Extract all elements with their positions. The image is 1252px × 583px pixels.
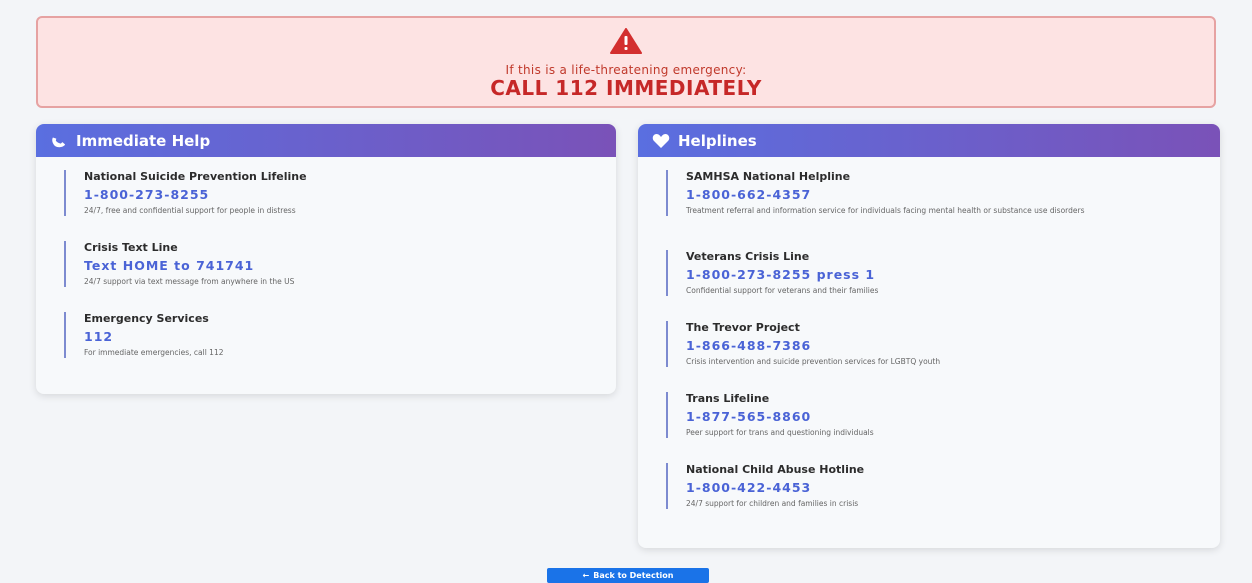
helpline-name: SAMHSA National Helpline — [686, 170, 851, 183]
emergency-banner: If this is a life-threatening emergency:… — [36, 16, 1216, 108]
emergency-subtitle: If this is a life-threatening emergency: — [505, 63, 747, 77]
helpline-name: Veterans Crisis Line — [686, 250, 810, 263]
list-item: Crisis Text Line Text HOME to 741741 24/… — [64, 241, 584, 287]
helpline-description: For immediate emergencies, call 112 — [84, 348, 224, 357]
helpline-description: 24/7 support for children and families i… — [686, 499, 859, 508]
immediate-help-header: Immediate Help — [36, 124, 616, 157]
helpline-name: Emergency Services — [84, 312, 209, 325]
back-to-detection-button[interactable]: ← Back to Detection — [547, 568, 709, 583]
list-item: Veterans Crisis Line 1-800-273-8255 pres… — [666, 250, 1176, 296]
helpline-name: The Trevor Project — [686, 321, 800, 334]
heart-icon — [652, 133, 670, 148]
list-item: Trans Lifeline 1-877-565-8860 Peer suppo… — [666, 392, 1176, 438]
immediate-help-panel: Immediate Help National Suicide Preventi… — [36, 124, 616, 394]
list-item: National Child Abuse Hotline 1-800-422-4… — [666, 463, 1176, 509]
helpline-description: Confidential support for veterans and th… — [686, 286, 879, 295]
helpline-name: National Suicide Prevention Lifeline — [84, 170, 307, 183]
helplines-title: Helplines — [678, 131, 757, 150]
helplines-panel: Helplines SAMHSA National Helpline 1-800… — [638, 124, 1220, 548]
helpline-description: 24/7 support via text message from anywh… — [84, 277, 295, 286]
helpline-number-link[interactable]: Text HOME to 741741 — [84, 257, 584, 275]
phone-icon — [52, 136, 66, 147]
helpline-number-link[interactable]: 112 — [84, 328, 584, 346]
arrow-left-icon: ← — [582, 571, 590, 580]
helpline-number-link[interactable]: 1-800-273-8255 — [84, 186, 584, 204]
back-button-label: Back to Detection — [593, 571, 674, 580]
list-item: SAMHSA National Helpline 1-800-662-4357 … — [666, 170, 1176, 216]
helpline-number-link[interactable]: 1-877-565-8860 — [686, 408, 1176, 426]
list-item: The Trevor Project 1-866-488-7386 Crisis… — [666, 321, 1176, 367]
helpline-number-link[interactable]: 1-866-488-7386 — [686, 337, 1176, 355]
helplines-header: Helplines — [638, 124, 1220, 157]
list-item: National Suicide Prevention Lifeline 1-8… — [64, 170, 584, 216]
helpline-description: Treatment referral and information servi… — [686, 206, 1085, 215]
helpline-description: 24/7, free and confidential support for … — [84, 206, 296, 215]
warning-triangle-icon — [610, 28, 642, 54]
emergency-title: CALL 112 IMMEDIATELY — [490, 76, 762, 100]
helpline-number-link[interactable]: 1-800-662-4357 — [686, 186, 1176, 204]
helpline-number-link[interactable]: 1-800-422-4453 — [686, 479, 1176, 497]
helpline-name: Trans Lifeline — [686, 392, 770, 405]
helpline-description: Crisis intervention and suicide preventi… — [686, 357, 941, 366]
helpline-number-link[interactable]: 1-800-273-8255 press 1 — [686, 266, 1176, 284]
helpline-description: Peer support for trans and questioning i… — [686, 428, 874, 437]
list-item: Emergency Services 112 For immediate eme… — [64, 312, 584, 358]
helpline-name: Crisis Text Line — [84, 241, 178, 254]
immediate-help-title: Immediate Help — [76, 131, 211, 150]
helpline-name: National Child Abuse Hotline — [686, 463, 865, 476]
